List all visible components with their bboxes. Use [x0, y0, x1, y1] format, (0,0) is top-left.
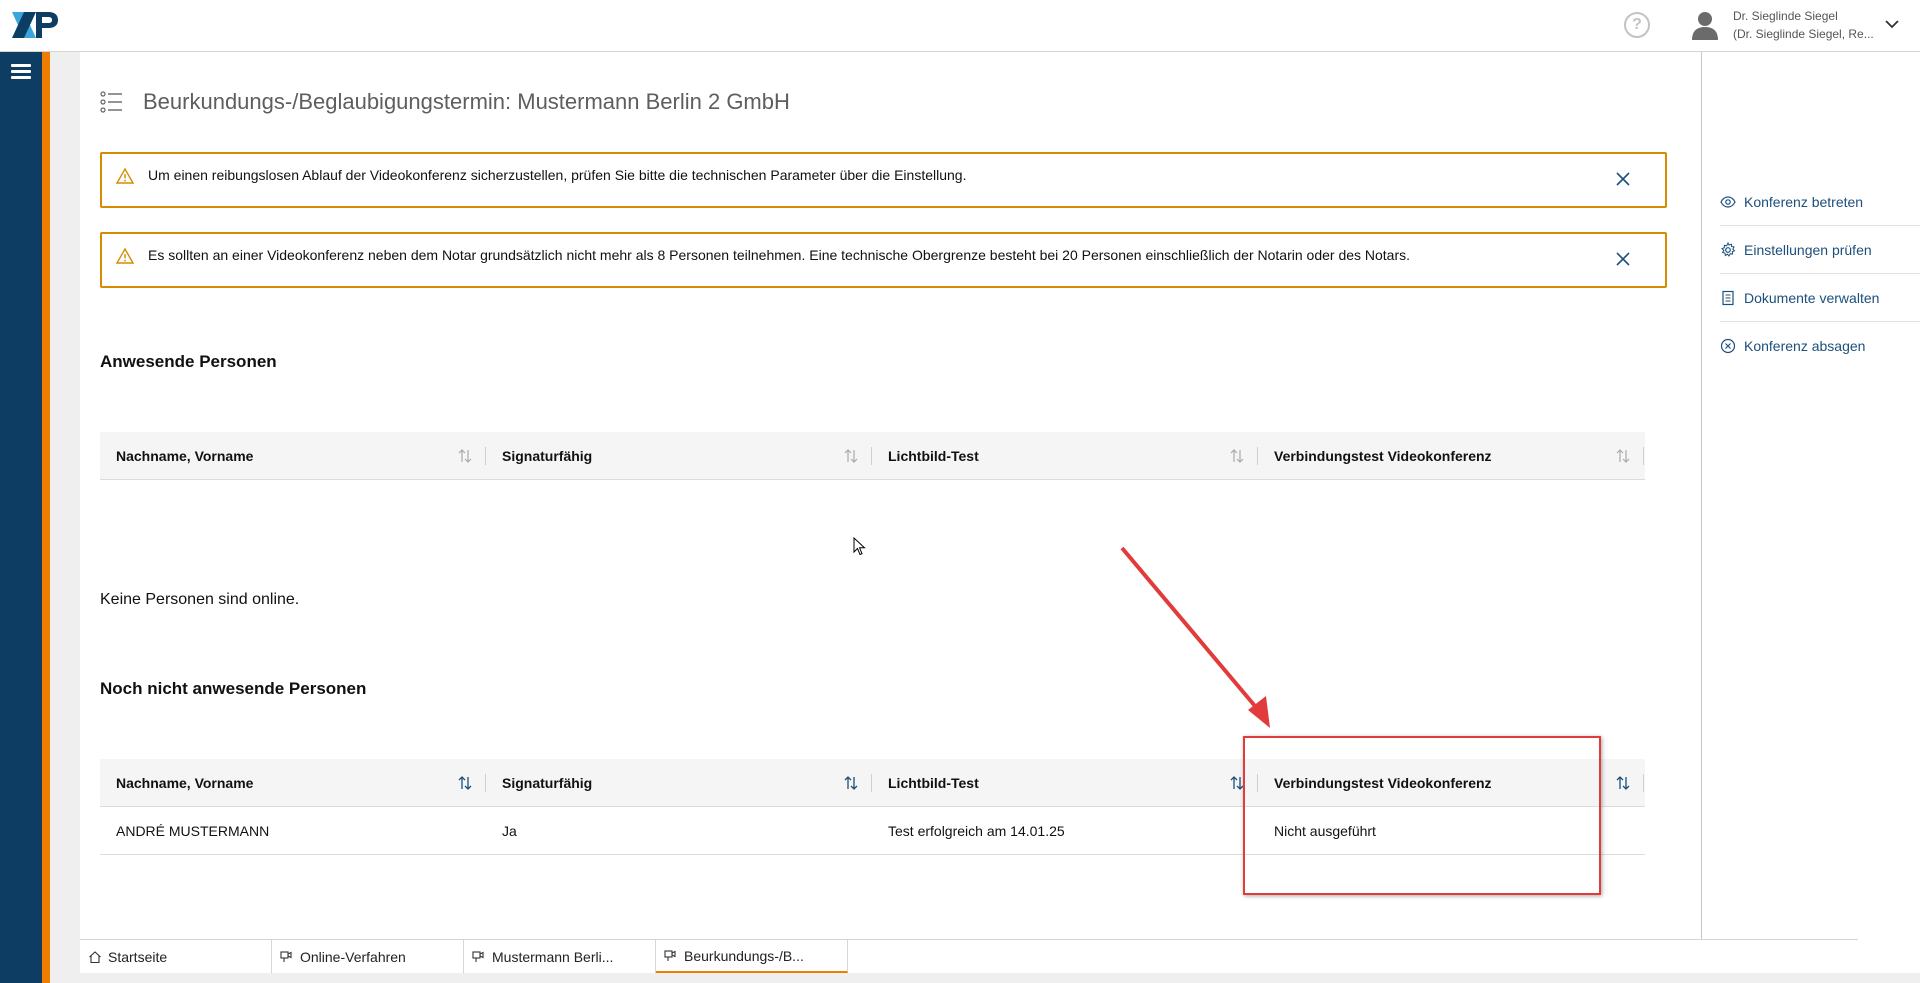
empty-state-text: Keine Personen sind online.: [100, 591, 300, 608]
document-icon: [1722, 290, 1734, 305]
action-label: Einstellungen prüfen: [1744, 241, 1872, 258]
action-label: Konferenz betreten: [1744, 193, 1864, 210]
annotation-highlight-box: [1243, 736, 1601, 895]
chevron-down-icon[interactable]: [1883, 15, 1901, 33]
tab-label: Mustermann Berli...: [492, 948, 614, 965]
status-strip: [80, 973, 1920, 983]
column-header[interactable]: Nachname, Vorname: [100, 432, 486, 480]
alert-text: Es sollten an einer Videokonferenz neben…: [148, 247, 1411, 263]
alert-text: Um einen reibungslosen Ablauf der Videok…: [148, 167, 967, 183]
tab-startseite[interactable]: Startseite: [80, 940, 272, 973]
hamburger-menu-icon[interactable]: [11, 64, 31, 82]
table-cell-name: ANDRÉ MUSTERMANN: [116, 823, 270, 839]
mouse-cursor-icon: [853, 537, 866, 556]
user-menu[interactable]: Dr. Sieglinde Siegel (Dr. Sieglinde Sieg…: [1733, 7, 1873, 43]
sort-icon[interactable]: [844, 774, 858, 792]
sort-icon[interactable]: [1616, 447, 1630, 465]
video-icon: [472, 950, 484, 962]
accent-stripe: [42, 52, 50, 983]
present-persons-table: Nachname, Vorname Signaturfähig Lichtbil…: [100, 432, 1645, 480]
sort-icon[interactable]: [1230, 447, 1244, 465]
sort-icon[interactable]: [1616, 774, 1630, 792]
section-title-present: Anwesende Personen: [100, 352, 277, 371]
user-avatar-icon[interactable]: [1690, 10, 1720, 40]
cancel-circle-icon: [1720, 338, 1736, 354]
action-label: Dokumente verwalten: [1744, 289, 1880, 306]
column-header[interactable]: Signaturfähig: [486, 432, 872, 480]
sort-icon[interactable]: [458, 447, 472, 465]
tab-label: Startseite: [108, 948, 168, 965]
join-conference-action[interactable]: Konferenz betreten: [1720, 178, 1920, 226]
home-icon: [89, 950, 101, 963]
list-icon: [100, 91, 122, 113]
warning-alert: Um einen reibungslosen Ablauf der Videok…: [100, 152, 1667, 208]
column-header[interactable]: Lichtbild-Test: [872, 432, 1258, 480]
close-icon[interactable]: [1615, 251, 1631, 267]
top-bar: ? Dr. Sieglinde Siegel (Dr. Sieglinde Si…: [0, 0, 1920, 52]
check-settings-action[interactable]: Einstellungen prüfen: [1720, 226, 1920, 274]
help-icon[interactable]: ?: [1624, 12, 1650, 38]
gear-icon: [1721, 241, 1736, 257]
tab-label: Online-Verfahren: [300, 948, 406, 965]
action-panel: Konferenz betreten Einstellungen prüfen …: [1701, 52, 1920, 939]
left-navigation-rail: [0, 52, 42, 983]
column-header[interactable]: Signaturfähig: [486, 759, 872, 807]
tab-label: Beurkundungs-/B...: [684, 947, 804, 964]
column-header[interactable]: Nachname, Vorname: [100, 759, 486, 807]
xnp-logo[interactable]: [10, 8, 62, 42]
warning-icon: [116, 247, 134, 264]
action-label: Konferenz absagen: [1744, 338, 1866, 354]
section-title-absent: Noch nicht anwesende Personen: [100, 679, 367, 698]
user-name: Dr. Sieglinde Siegel: [1733, 9, 1838, 23]
close-icon[interactable]: [1615, 171, 1631, 187]
sort-icon[interactable]: [458, 774, 472, 792]
gutter: [50, 52, 80, 983]
page-title: Beurkundungs-/Beglaubigungstermin: Muste…: [143, 89, 790, 114]
column-header[interactable]: Verbindungstest Videokonferenz: [1258, 432, 1644, 480]
tab-online-verfahren[interactable]: Online-Verfahren: [272, 940, 464, 973]
sort-icon[interactable]: [1230, 774, 1244, 792]
tab-mustermann-berlin[interactable]: Mustermann Berli...: [464, 940, 656, 973]
eye-icon: [1720, 195, 1736, 208]
table-cell-photo-test: Test erfolgreich am 14.01.25: [888, 823, 1065, 839]
tab-beurkundung[interactable]: Beurkundungs-/B...: [656, 940, 848, 973]
warning-icon: [116, 167, 134, 184]
column-header[interactable]: Lichtbild-Test: [872, 759, 1258, 807]
video-icon: [664, 949, 676, 961]
user-subtitle: (Dr. Sieglinde Siegel, Re...: [1733, 27, 1873, 41]
table-header: Nachname, Vorname Signaturfähig Lichtbil…: [100, 432, 1645, 480]
warning-alert: Es sollten an einer Videokonferenz neben…: [100, 232, 1667, 288]
annotation-arrow: [1120, 546, 1270, 728]
tab-bar: Startseite Online-Verfahren Mustermann B…: [80, 939, 1858, 973]
video-icon: [280, 950, 292, 962]
sort-icon[interactable]: [844, 447, 858, 465]
manage-documents-action[interactable]: Dokumente verwalten: [1720, 274, 1920, 322]
cancel-conference-action[interactable]: Konferenz absagen: [1720, 322, 1920, 370]
table-cell-signature: Ja: [502, 823, 517, 839]
